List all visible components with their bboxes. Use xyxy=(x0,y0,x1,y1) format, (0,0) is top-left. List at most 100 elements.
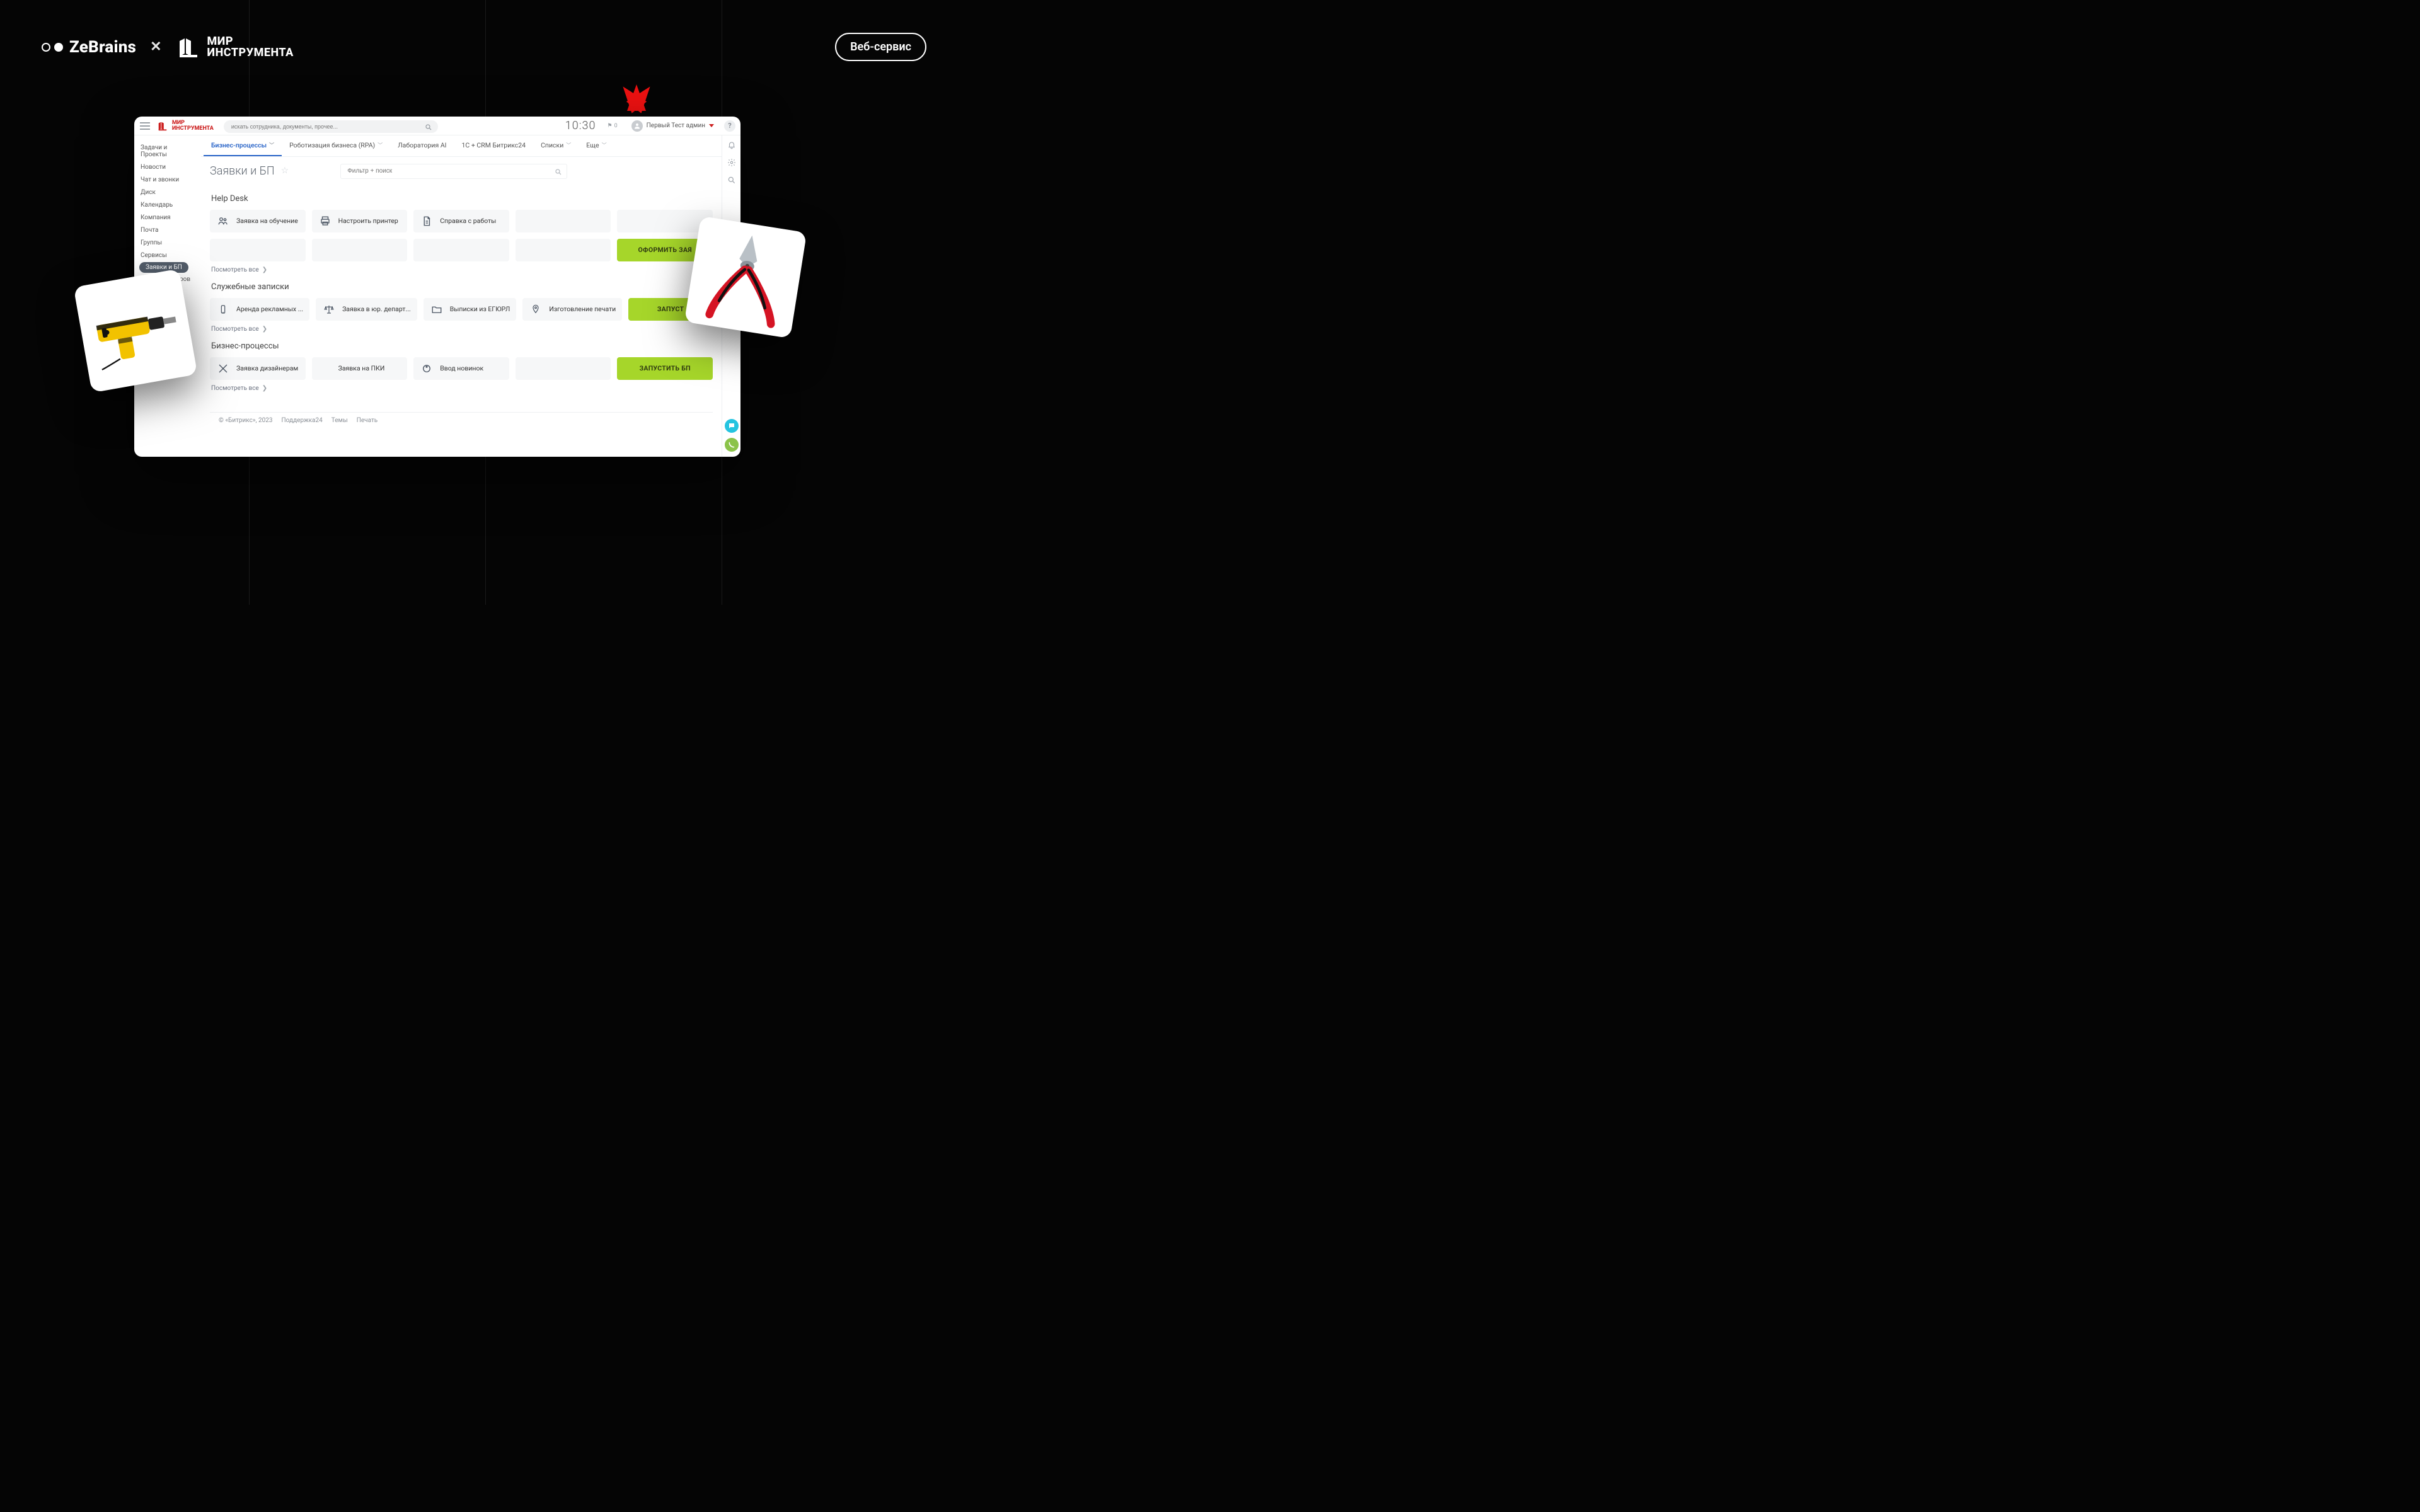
card-designers[interactable]: Заявка дизайнерам xyxy=(210,357,306,380)
card-pki[interactable]: Заявка на ПКИ xyxy=(312,357,408,380)
sidebar-item-disk[interactable]: Диск xyxy=(139,186,196,198)
bell-icon[interactable] xyxy=(726,139,737,151)
document-icon xyxy=(420,214,434,228)
footer-copyright: © «Битрикс», 2023 xyxy=(219,417,272,424)
chevron-down-icon: ﹀ xyxy=(602,142,607,149)
section-title-bp: Бизнес-процессы xyxy=(211,341,713,351)
tools-icon xyxy=(216,362,230,375)
tab-label: Еще xyxy=(586,141,599,149)
zebrains-logo: ZeBrains xyxy=(42,38,136,57)
card-label: Выписки из ЕГЮРЛ xyxy=(450,305,510,313)
sidebar-item-groups[interactable]: Группы xyxy=(139,237,196,249)
help-icon[interactable]: ? xyxy=(724,120,735,132)
mir-line2: ИНСТРУМЕНТА xyxy=(207,47,294,59)
card-label: Справка с работы xyxy=(440,217,496,225)
tab-label: Роботизация бизнеса (RPA) xyxy=(289,141,375,149)
page-title: Заявки и БП xyxy=(210,164,275,178)
footer-support[interactable]: Поддержка24 xyxy=(281,417,322,424)
filter-box[interactable] xyxy=(340,163,567,179)
mir-mark-icon xyxy=(176,35,201,60)
see-all-label: Посмотреть все xyxy=(211,385,259,392)
card-stamp[interactable]: Изготовление печати xyxy=(522,298,622,321)
search-rail-icon[interactable] xyxy=(726,175,737,186)
section-title-helpdesk: Help Desk xyxy=(211,194,713,203)
card-empty[interactable] xyxy=(413,239,509,261)
search-icon xyxy=(425,122,432,134)
card-label: Ввод новинок xyxy=(440,364,483,372)
card-empty[interactable] xyxy=(210,239,306,261)
footer-print[interactable]: Печать xyxy=(357,417,377,424)
printer-icon xyxy=(318,214,332,228)
decoration-drill-card xyxy=(74,269,198,393)
tab-label: 1С + CRM Битрикс24 xyxy=(462,141,526,149)
card-egrul[interactable]: Выписки из ЕГЮРЛ xyxy=(424,298,517,321)
call-bubble-icon[interactable] xyxy=(725,438,739,452)
zebrains-wordmark: ZeBrains xyxy=(69,38,136,57)
cart-count: 0 xyxy=(614,123,618,129)
user-menu[interactable]: Первый Тест админ xyxy=(631,120,714,132)
tabs: Бизнес-процессы﹀ Роботизация бизнеса (RP… xyxy=(201,135,722,157)
tab-1c[interactable]: 1С + CRM Битрикс24 xyxy=(454,135,534,156)
sidebar-item-services[interactable]: Сервисы xyxy=(139,249,196,261)
sidebar-item-chat[interactable]: Чат и звонки xyxy=(139,174,196,186)
page-banner: ZeBrains ✕ МИР ИНСТРУМЕНТА Веб-сервис xyxy=(42,33,926,61)
caret-down-icon xyxy=(709,124,714,127)
card-ad-rent[interactable]: Аренда рекламных ... xyxy=(210,298,309,321)
main-area: Бизнес-процессы﹀ Роботизация бизнеса (RP… xyxy=(201,135,722,457)
card-training[interactable]: Заявка на обучение xyxy=(210,210,306,232)
phone-icon xyxy=(216,302,230,316)
search-input[interactable] xyxy=(224,120,438,133)
card-empty[interactable] xyxy=(516,357,611,380)
chat-bubble-icon[interactable] xyxy=(725,419,739,433)
card-label: Заявка в юр. департ... xyxy=(342,305,411,313)
badge-icon xyxy=(420,362,434,375)
sidebar-item-mail[interactable]: Почта xyxy=(139,224,196,236)
see-all-bp[interactable]: Посмотреть все❯ xyxy=(211,385,713,392)
sidebar-item-calendar[interactable]: Календарь xyxy=(139,199,196,211)
tab-label: Бизнес-процессы xyxy=(211,141,267,149)
tab-rpa[interactable]: Роботизация бизнеса (RPA)﹀ xyxy=(282,135,390,156)
blank-icon xyxy=(318,362,332,375)
gear-icon[interactable] xyxy=(726,157,737,168)
card-new-products[interactable]: Ввод новинок xyxy=(413,357,509,380)
app-logo[interactable]: МИР ИНСТРУМЕНТА xyxy=(157,120,214,132)
cta-bp[interactable]: ЗАПУСТИТЬ БП xyxy=(617,357,713,380)
chevron-right-icon: ❯ xyxy=(262,385,267,392)
global-search[interactable] xyxy=(224,119,438,133)
menu-icon[interactable] xyxy=(140,122,150,130)
pliers-icon xyxy=(688,222,802,331)
filter-input[interactable] xyxy=(340,164,567,179)
clock: 10:30 xyxy=(565,119,596,132)
card-label: Аренда рекламных ... xyxy=(236,305,303,313)
tab-label: Лаборатория AI xyxy=(398,141,446,149)
see-all-helpdesk[interactable]: Посмотреть все❯ xyxy=(211,266,713,273)
sidebar-item-company[interactable]: Компания xyxy=(139,212,196,224)
scales-icon xyxy=(322,302,336,316)
chevron-right-icon: ❯ xyxy=(262,266,267,273)
card-empty[interactable] xyxy=(516,210,611,232)
card-printer[interactable]: Настроить принтер xyxy=(312,210,408,232)
footer-themes[interactable]: Темы xyxy=(331,417,348,424)
cta-label: ОФОРМИТЬ ЗАЯ xyxy=(638,246,692,254)
sidebar-item-tasks[interactable]: Задачи и Проекты xyxy=(139,142,196,161)
chevron-down-icon: ﹀ xyxy=(377,142,383,149)
tab-more[interactable]: Еще﹀ xyxy=(579,135,614,156)
logo-line2: ИНСТРУМЕНТА xyxy=(172,126,214,132)
card-reference[interactable]: Справка с работы xyxy=(413,210,509,232)
service-pill: Веб-сервис xyxy=(835,33,926,61)
cart-indicator[interactable]: ⚑ 0 xyxy=(608,123,618,129)
card-legal[interactable]: Заявка в юр. департ... xyxy=(316,298,417,321)
decoration-pliers-card xyxy=(684,216,807,339)
section-title-memos: Служебные записки xyxy=(211,282,713,292)
card-empty[interactable] xyxy=(312,239,408,261)
favorite-star-icon[interactable]: ☆ xyxy=(281,166,289,176)
folder-icon xyxy=(430,302,444,316)
tab-ai[interactable]: Лаборатория AI xyxy=(390,135,454,156)
tab-bizproc[interactable]: Бизнес-процессы﹀ xyxy=(204,135,282,156)
sidebar-item-news[interactable]: Новости xyxy=(139,161,196,173)
user-name: Первый Тест админ xyxy=(647,122,705,129)
card-empty[interactable] xyxy=(516,239,611,261)
red-star-decoration xyxy=(602,69,671,123)
tab-lists[interactable]: Списки﹀ xyxy=(533,135,579,156)
see-all-memos[interactable]: Посмотреть все❯ xyxy=(211,326,713,333)
